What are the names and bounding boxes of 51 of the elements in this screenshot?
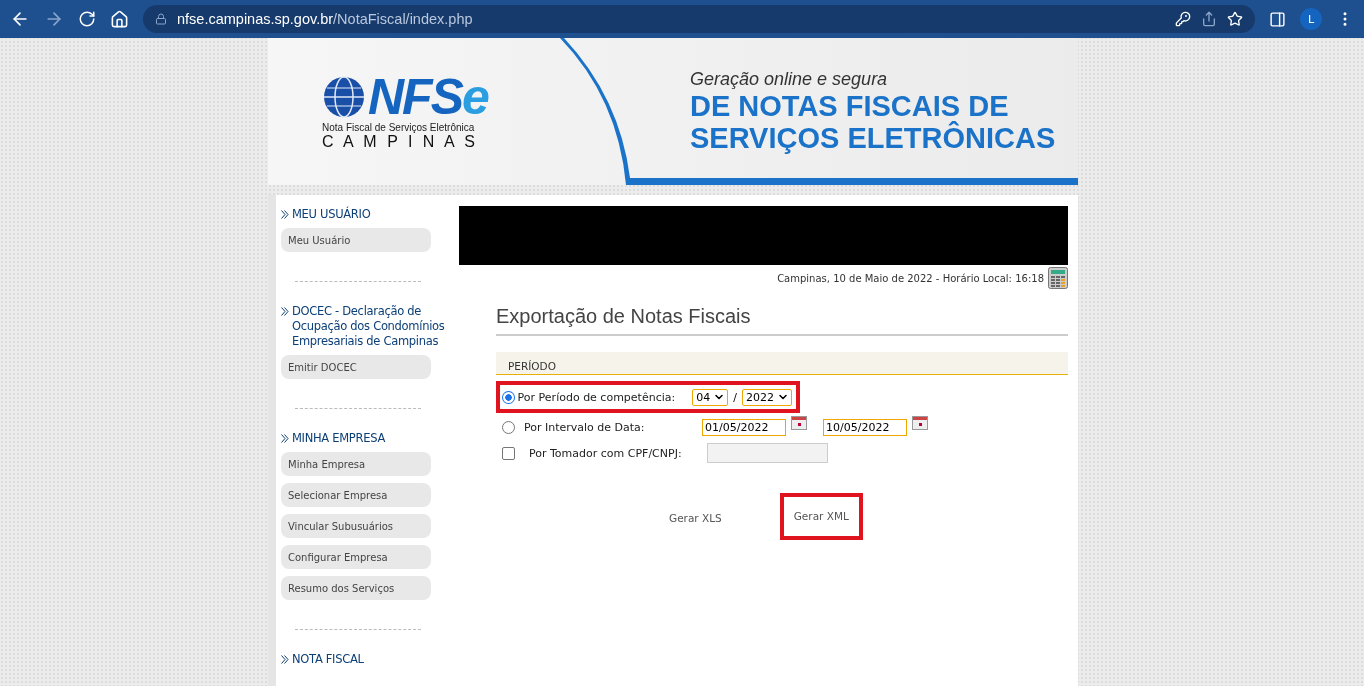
calculator-icon[interactable] (1048, 267, 1068, 289)
banner-title: SERVIÇOS ELETRÔNICAS (690, 122, 1056, 154)
share-icon[interactable] (1201, 11, 1217, 27)
export-button[interactable]: Gerar XML (793, 510, 849, 522)
menu-item[interactable]: Selecionar Empresa (281, 483, 431, 507)
logo-subtitle: Nota Fiscal de Serviços Eletrônica (322, 122, 475, 133)
section-title: MINHA EMPRESA (292, 431, 385, 446)
menu-item[interactable]: Meu Usuário (281, 228, 431, 252)
double-chevron-icon (281, 307, 289, 316)
separator-text: / (733, 390, 737, 404)
month-select[interactable]: 04 (692, 388, 729, 406)
end-date-field[interactable]: 10/05/2022 (823, 418, 907, 436)
reload-icon[interactable] (78, 10, 96, 28)
banner-title: DE NOTAS FISCAIS DE (690, 90, 1009, 122)
calendar-icon[interactable] (791, 416, 807, 430)
tagline: Geração online e segura (690, 69, 889, 90)
section-label: PERÍODO (508, 360, 556, 374)
year-select[interactable]: 2022 (742, 388, 792, 406)
home-icon[interactable] (110, 9, 129, 29)
url-field[interactable]: nfse.campinas.sp.gov.br/NotaFiscal/index.php (177, 11, 473, 27)
menu-item[interactable]: Configurar Empresa (281, 545, 431, 569)
logo-city: C A M P I N A S (322, 133, 478, 151)
double-chevron-icon (281, 655, 289, 664)
menu-item[interactable]: Emitir DOCEC (281, 355, 431, 379)
section-title: DOCEC - Declaração de Ocupação dos Condomínios Empresariais de Campinas (292, 304, 445, 349)
key-icon[interactable] (1175, 11, 1191, 27)
option-label: Por Intervalo de Data: (524, 420, 646, 434)
export-button[interactable]: Gerar XLS (669, 512, 722, 524)
radio-button[interactable] (502, 420, 515, 434)
logo-wordmark: NFSe (368, 72, 488, 122)
lock-icon[interactable] (155, 13, 167, 25)
checkbox[interactable] (502, 446, 515, 460)
section-title: MEU USUÁRIO (292, 207, 371, 222)
start-date-field[interactable]: 01/05/2022 (702, 418, 786, 436)
calendar-icon[interactable] (912, 416, 928, 430)
menu-item[interactable]: Vincular Subusuários (281, 514, 431, 538)
radio-button[interactable] (502, 390, 515, 404)
side-panel-icon[interactable] (1269, 10, 1286, 28)
tax-id-field[interactable] (707, 443, 828, 463)
section-title: NOTA FISCAL (292, 652, 364, 667)
double-chevron-icon (281, 434, 289, 443)
option-label: Por Tomador com CPF/CNPJ: (529, 446, 683, 460)
date-time-text: Campinas, 10 de Maio de 2022 - Horário Local: 16:18 (777, 272, 1044, 284)
menu-item[interactable]: Minha Empresa (281, 452, 431, 476)
double-chevron-icon (281, 210, 289, 219)
option-label: Por Período de competência: (517, 390, 677, 404)
profile-avatar[interactable]: L (1300, 8, 1322, 30)
menu-item[interactable]: Resumo dos Serviços (281, 576, 431, 600)
globe-icon (322, 75, 366, 119)
star-icon[interactable] (1227, 11, 1243, 27)
page-heading: Exportação de Notas Fiscais (496, 305, 1068, 336)
